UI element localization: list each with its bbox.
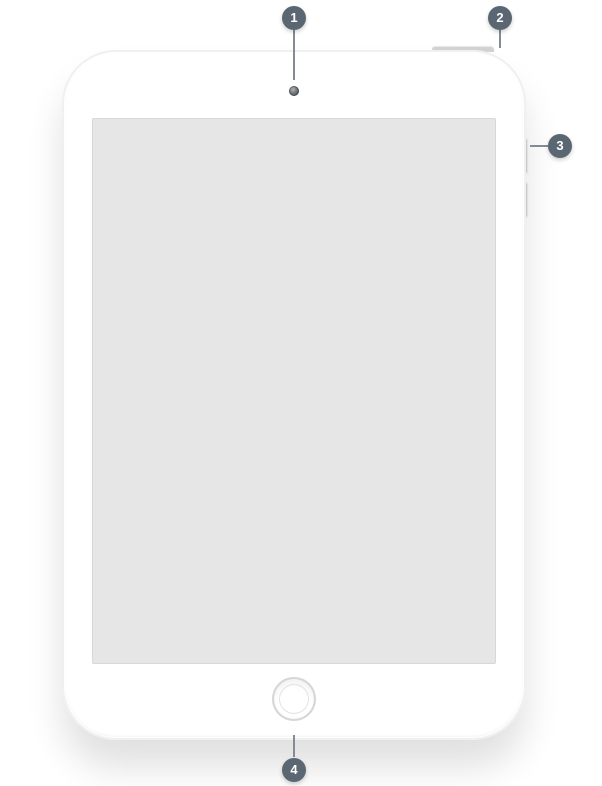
home-button-icon [272, 677, 316, 721]
callout-marker-top-button: 2 [488, 6, 512, 30]
front-camera-icon [289, 86, 299, 96]
callout-leader [293, 30, 295, 80]
callout-leader [530, 145, 548, 147]
callout-leader [293, 735, 295, 757]
callout-marker-home-button: 4 [282, 758, 306, 782]
screen [92, 118, 496, 664]
callout-marker-volume: 3 [548, 134, 572, 158]
ipad-device [62, 50, 526, 740]
callout-leader [499, 30, 501, 48]
callout-marker-front-camera: 1 [282, 6, 306, 30]
